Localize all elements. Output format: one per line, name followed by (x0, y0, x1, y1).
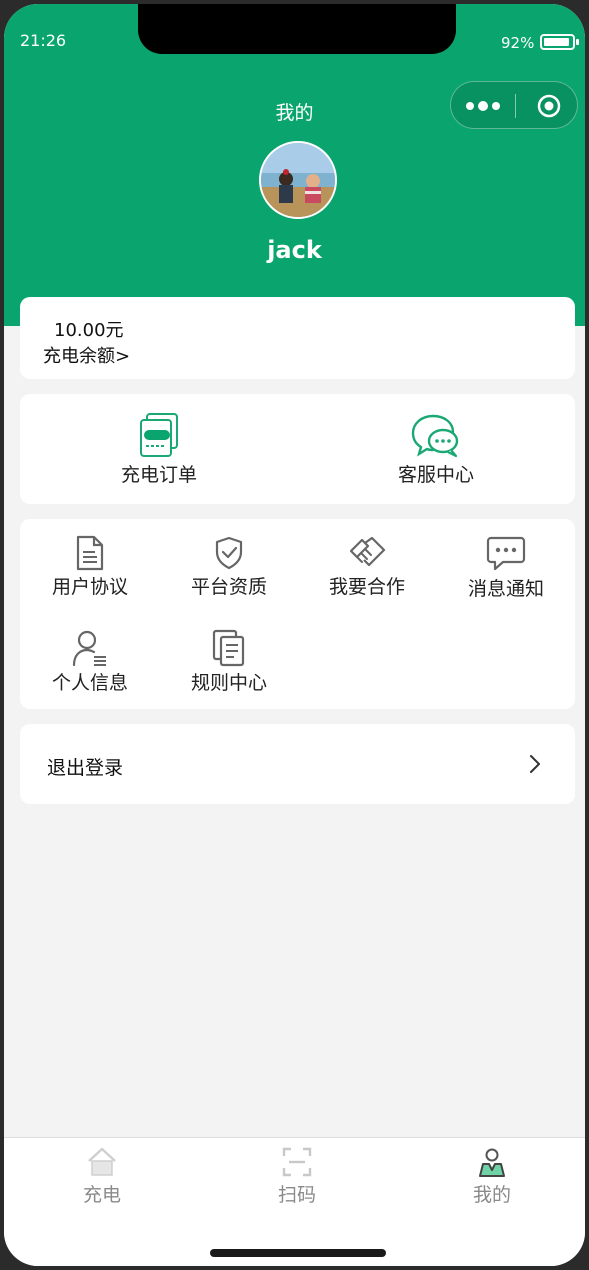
status-time: 21:26 (20, 31, 67, 50)
platform-qualification-button[interactable]: 平台资质 (169, 535, 289, 599)
home-charge-icon (88, 1147, 116, 1176)
menu-card: 用户协议 平台资质 我要合作 消息通知 个人信息 规则中心 (20, 519, 575, 709)
quick-actions-card: 充电订单 客服中心 (20, 394, 575, 504)
rules-stack-icon (212, 629, 245, 667)
chat-bubbles-icon (411, 414, 459, 458)
user-agreement-button[interactable]: 用户协议 (30, 535, 150, 599)
battery-icon (540, 34, 579, 50)
close-target-icon[interactable] (537, 94, 561, 118)
handshake-icon (349, 536, 386, 567)
user-agreement-label: 用户协议 (51, 576, 128, 598)
message-icon (486, 536, 526, 571)
avatar-image (261, 143, 335, 217)
balance-card[interactable]: 10.00元 充电余额> (20, 297, 575, 379)
profile-icon (479, 1148, 505, 1177)
rules-center-button[interactable]: 规则中心 (169, 629, 289, 695)
home-indicator[interactable] (210, 1249, 386, 1257)
tab-charge[interactable]: 充电 (42, 1146, 162, 1207)
document-icon (76, 535, 104, 571)
logout-label: 退出登录 (47, 757, 124, 779)
tab-scan-label: 扫码 (277, 1184, 316, 1206)
tab-bar: 充电 扫码 我的 (4, 1137, 585, 1266)
cooperation-label: 我要合作 (328, 576, 405, 598)
more-dots-icon[interactable] (465, 97, 501, 115)
balance-value: 10.00元 (54, 320, 124, 341)
customer-service-button[interactable]: 客服中心 (366, 412, 506, 487)
tab-scan[interactable]: 扫码 (237, 1146, 357, 1207)
notifications-label: 消息通知 (467, 578, 544, 600)
user-profile-icon (72, 630, 106, 667)
order-document-icon (140, 413, 178, 457)
battery-percentage: 92% (501, 34, 535, 52)
platform-qualification-label: 平台资质 (190, 576, 267, 598)
logout-row[interactable]: 退出登录 (20, 724, 575, 804)
tab-mine[interactable]: 我的 (432, 1146, 552, 1207)
customer-service-label: 客服中心 (397, 464, 474, 486)
device-notch (138, 4, 456, 54)
cooperation-button[interactable]: 我要合作 (307, 535, 427, 599)
tab-charge-label: 充电 (82, 1184, 121, 1206)
scan-icon (282, 1147, 312, 1177)
balance-link[interactable]: 充电余额> (43, 342, 130, 368)
tab-mine-label: 我的 (472, 1184, 511, 1206)
notifications-button[interactable]: 消息通知 (446, 535, 566, 601)
capsule-divider (515, 94, 516, 118)
shield-check-icon (215, 536, 243, 570)
username: jack (267, 236, 322, 264)
charge-orders-label: 充电订单 (120, 464, 197, 486)
charge-orders-button[interactable]: 充电订单 (89, 412, 229, 487)
mini-program-capsule[interactable] (450, 81, 578, 129)
chevron-right-icon (530, 755, 540, 773)
personal-info-button[interactable]: 个人信息 (30, 629, 150, 695)
personal-info-label: 个人信息 (51, 672, 128, 694)
avatar[interactable] (259, 141, 337, 219)
phone-screen: 21:26 92% 我的 jack 10.00元 充电余额> 充电订单 客服中心… (4, 4, 585, 1266)
rules-center-label: 规则中心 (190, 672, 267, 694)
